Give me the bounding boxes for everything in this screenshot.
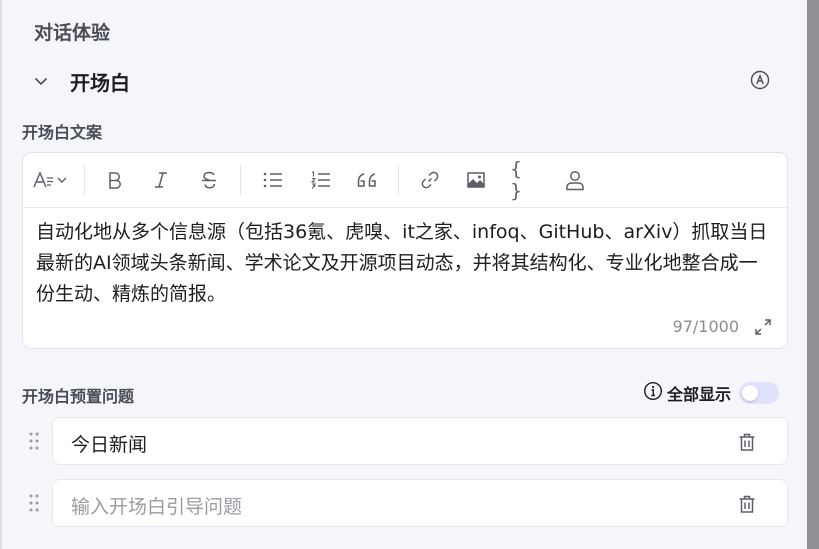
drag-handle-icon[interactable] [27, 492, 41, 514]
opening-copy-label: 开场白文案 [22, 123, 103, 142]
italic-button[interactable] [149, 167, 173, 193]
image-icon[interactable] [464, 167, 488, 193]
toggle-knob [742, 385, 759, 401]
trash-icon[interactable] [737, 432, 757, 452]
question-input[interactable]: 今日新闻 [52, 417, 788, 465]
settings-panel: 对话体验 开场白 开场白文案 {} 自动化地从多个信息源（包括36氪、虎嗅、i… [2, 0, 807, 549]
show-all-toggle[interactable] [739, 382, 780, 404]
info-icon [643, 381, 663, 405]
text-style-dropdown[interactable] [32, 167, 72, 193]
show-all-label: 全部显示 [667, 385, 732, 404]
link-icon[interactable] [418, 167, 442, 193]
preset-question-item-new: 输入开场白引导问题 [22, 479, 788, 527]
new-question-input[interactable]: 输入开场白引导问题 [52, 479, 788, 527]
drag-handle-icon[interactable] [27, 430, 41, 452]
bullet-list-button[interactable] [260, 167, 286, 193]
character-counter: 97/1000 [672, 317, 739, 336]
toolbar-divider [84, 165, 85, 195]
strikethrough-button[interactable] [197, 167, 221, 193]
editor-toolbar: { } [23, 153, 787, 208]
section-title: 对话体验 [34, 22, 111, 44]
preset-questions-label: 开场白预置问题 [22, 387, 135, 406]
preset-question-item: 今日新闻 [22, 417, 788, 465]
quote-button[interactable] [354, 167, 380, 193]
scrollbar[interactable] [807, 0, 819, 549]
trash-icon[interactable] [737, 494, 757, 514]
numbered-list-button[interactable] [308, 167, 334, 193]
chevron-down-icon [34, 74, 48, 88]
bold-button[interactable] [103, 167, 127, 193]
toolbar-divider [240, 165, 241, 195]
rich-text-editor[interactable]: { } 自动化地从多个信息源（包括36氪、虎嗅、it之家、infoq、GitHu… [22, 152, 788, 349]
expand-icon[interactable] [754, 318, 772, 336]
show-all-control: 全部显示 [643, 381, 780, 405]
question-text: 今日新闻 [71, 434, 148, 456]
toolbar-divider [398, 165, 399, 195]
opening-collapse-header[interactable]: 开场白 [34, 66, 130, 96]
code-block-button[interactable]: { } [510, 158, 540, 202]
auto-icon[interactable] [750, 70, 770, 90]
code-icon: { } [510, 158, 523, 202]
opening-title: 开场白 [70, 70, 130, 95]
question-placeholder: 输入开场白引导问题 [71, 496, 243, 518]
user-icon[interactable] [562, 167, 588, 193]
opening-text-content[interactable]: 自动化地从多个信息源（包括36氪、虎嗅、it之家、infoq、GitHub、ar… [36, 217, 776, 311]
